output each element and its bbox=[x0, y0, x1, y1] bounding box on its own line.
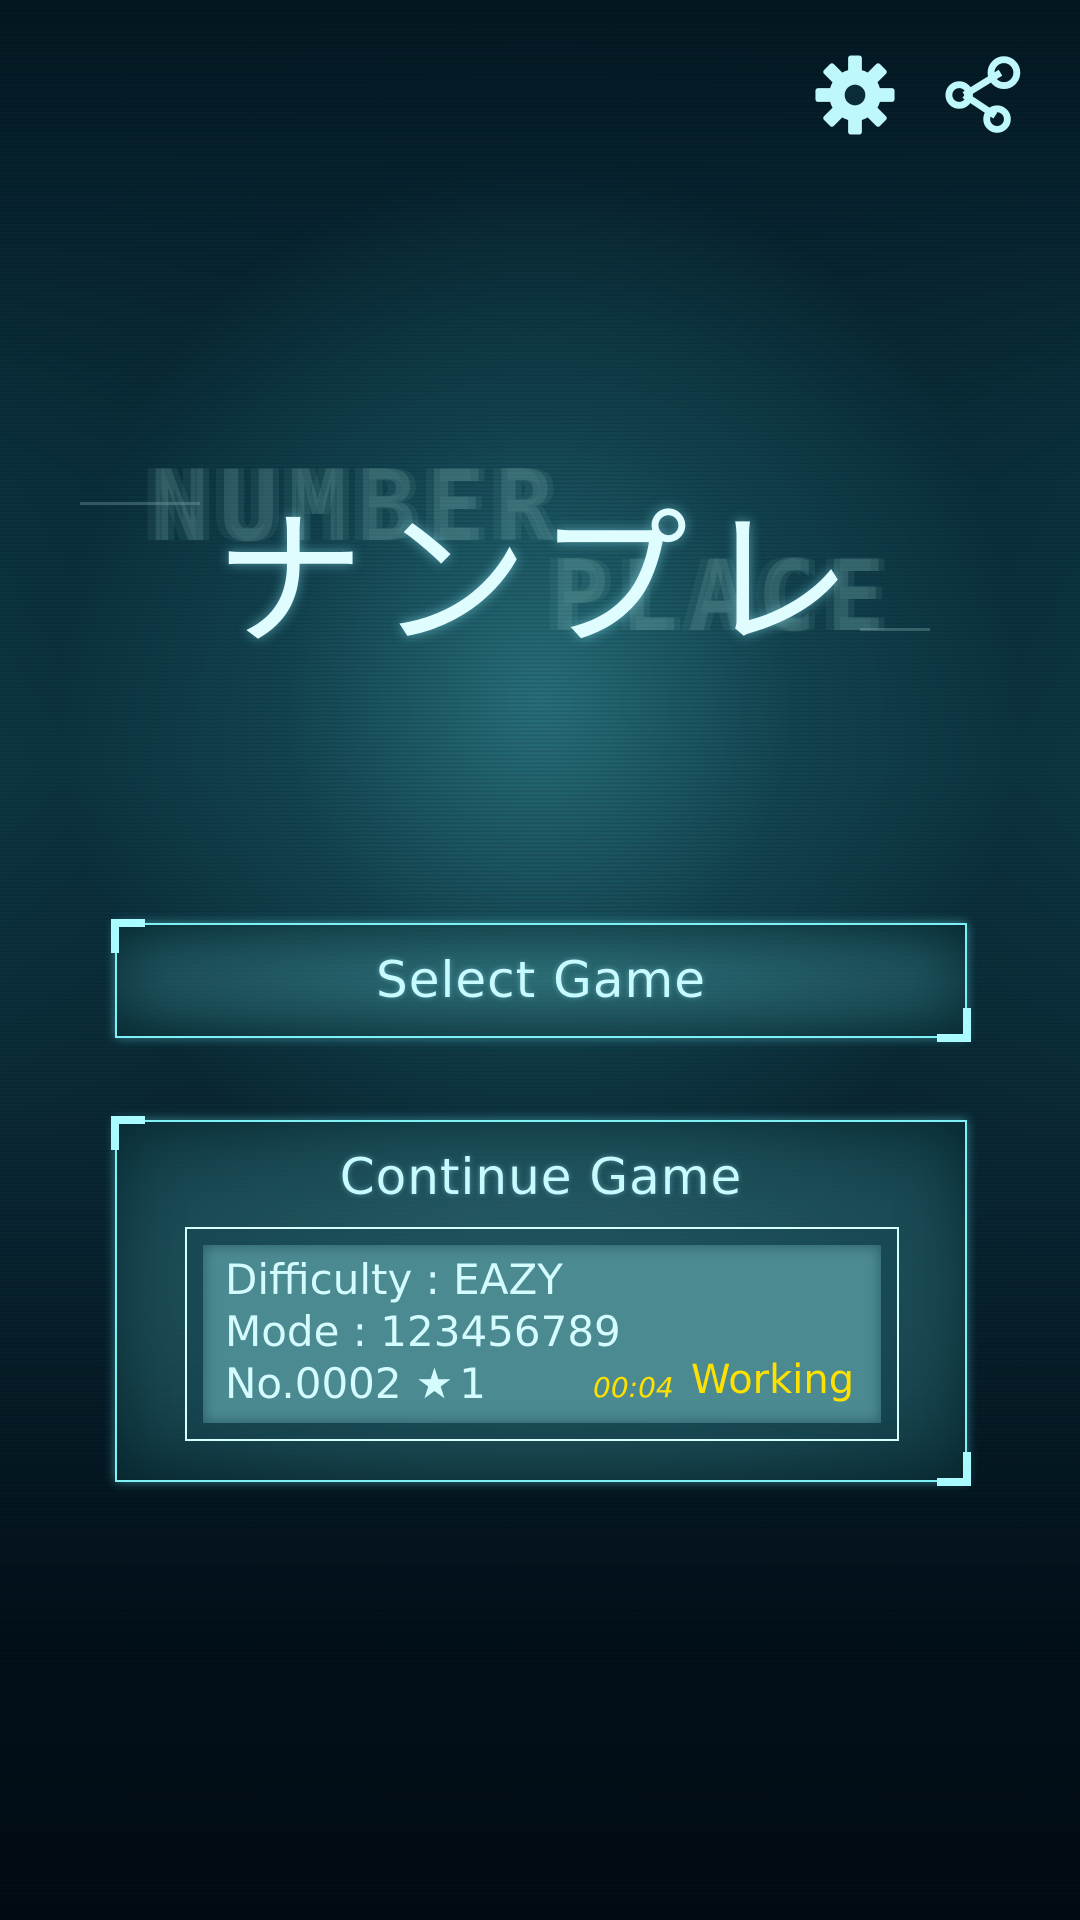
mode-text: Mode : 123456789 bbox=[225, 1307, 621, 1356]
star-count: 1 bbox=[459, 1359, 487, 1408]
continue-game-button[interactable]: Continue Game Difficulty : EAZY Mode : 1… bbox=[111, 1116, 971, 1486]
difficulty-text: Difficulty : EAZY bbox=[225, 1255, 563, 1304]
frame-corner bbox=[111, 919, 145, 953]
puzzle-number: No.0002 bbox=[225, 1359, 402, 1408]
puzzle-number-row: No.0002 ★ 1 bbox=[225, 1359, 486, 1408]
frame-corner bbox=[937, 1452, 971, 1486]
share-button[interactable] bbox=[942, 52, 1028, 138]
saved-game-info: Difficulty : EAZY Mode : 123456789 No.00… bbox=[185, 1227, 899, 1441]
title-screen: NUMBER PLACE ナンプレ Select Game Continue G… bbox=[0, 0, 1080, 1920]
share-icon bbox=[945, 56, 1021, 133]
frame-corner bbox=[111, 1116, 145, 1150]
select-game-button[interactable]: Select Game bbox=[111, 919, 971, 1042]
elapsed-time: 00:04 bbox=[593, 1371, 674, 1404]
settings-button[interactable] bbox=[812, 52, 898, 138]
saved-game-panel: Difficulty : EAZY Mode : 123456789 No.00… bbox=[203, 1245, 881, 1423]
select-game-label: Select Game bbox=[376, 951, 706, 1009]
continue-game-label: Continue Game bbox=[339, 1148, 743, 1206]
frame-corner bbox=[937, 1008, 971, 1042]
logo-title: ナンプレ bbox=[214, 495, 866, 669]
game-status: Working bbox=[691, 1357, 855, 1403]
game-logo: NUMBER PLACE ナンプレ bbox=[0, 440, 1080, 669]
star-icon: ★ bbox=[415, 1359, 454, 1408]
gear-icon bbox=[815, 55, 895, 135]
